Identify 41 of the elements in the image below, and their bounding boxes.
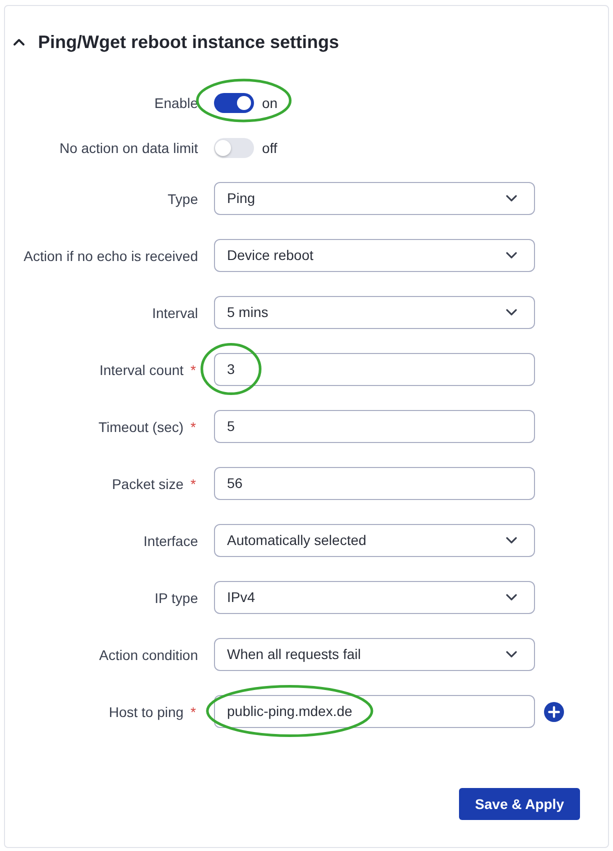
add-button[interactable] [544,702,564,722]
field-label: Enable [154,95,198,111]
dropdown[interactable]: Ping [214,182,535,215]
dropdown[interactable]: Automatically selected [214,524,535,557]
field-label: No action on data limit [59,140,198,156]
dropdown[interactable]: IPv4 [214,581,535,614]
field-label: Timeout (sec) [98,418,184,434]
field-label: Interval count [99,362,184,378]
required-mark: * [190,476,197,492]
chevron-down-icon [506,594,517,601]
input-field[interactable]: public-ping.mdex.de [214,695,535,728]
field-label: Action condition [99,646,198,662]
required-mark: * [190,362,197,378]
required-mark: * [190,418,197,434]
field-label: Interval [152,304,198,320]
toggle-switch[interactable] [214,138,254,158]
save-button[interactable]: Save & Apply [459,788,580,820]
field-label: Host to ping [108,704,184,720]
chevron-down-icon [506,195,517,202]
chevron-down-icon [506,309,517,316]
input-field[interactable]: 56 [214,467,535,500]
toggle-state-text: off [262,140,278,156]
field-label: Type [168,190,198,206]
input-field[interactable]: 5 [214,410,535,443]
toggle-state-text: on [262,95,278,111]
toggle-switch[interactable] [214,93,254,113]
required-mark: * [190,704,197,720]
field-label: Interface [144,532,198,548]
section-title: Ping/Wget reboot instance settings [38,31,340,54]
dropdown[interactable]: 5 mins [214,296,535,329]
dropdown[interactable]: Device reboot [214,239,535,272]
chevron-down-icon [506,537,517,544]
field-label: IP type [154,590,198,606]
plus-circle-icon [544,702,564,722]
field-label: Packet size [112,476,184,492]
input-field[interactable]: 3 [214,353,535,386]
dropdown[interactable]: When all requests fail [214,638,535,671]
chevron-down-icon [506,252,517,259]
field-label: Action if no echo is received [24,248,198,264]
chevron-up-icon[interactable] [13,38,25,46]
chevron-down-icon [506,651,517,658]
